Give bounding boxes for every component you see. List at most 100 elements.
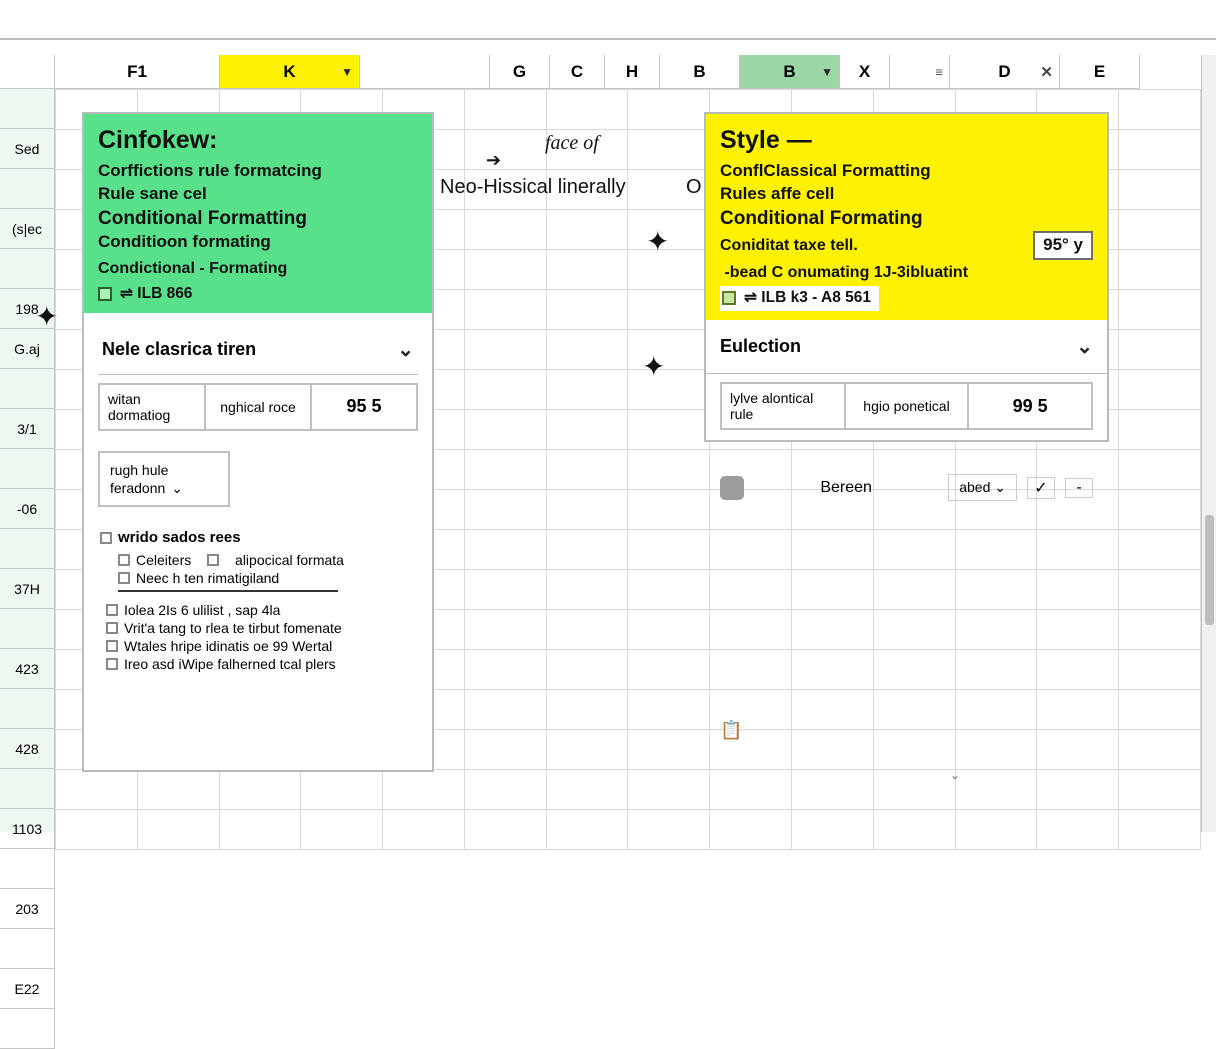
checkbox-icon[interactable] (118, 572, 130, 584)
cell[interactable] (628, 770, 710, 810)
column-header[interactable]: ≡ (890, 55, 950, 89)
column-header[interactable]: G (490, 55, 550, 89)
cell[interactable] (1037, 530, 1119, 570)
rule-option-c[interactable]: Neec h ten rimatigiland (118, 570, 416, 586)
cell[interactable] (546, 290, 628, 330)
cell[interactable] (955, 570, 1037, 610)
rule-line-1[interactable]: Iolea 2Is 6 ulilist , sap 4la (106, 602, 416, 618)
cell[interactable] (955, 610, 1037, 650)
cell[interactable] (464, 810, 546, 850)
row-header[interactable] (0, 1009, 55, 1049)
cell[interactable] (873, 770, 955, 810)
cell[interactable] (873, 570, 955, 610)
checkbox-icon[interactable] (207, 554, 219, 566)
cell[interactable] (628, 330, 710, 370)
scrollbar-thumb[interactable] (1205, 515, 1214, 625)
checkbox-icon[interactable] (106, 640, 118, 652)
row-header[interactable]: 423 (0, 649, 55, 689)
cell[interactable] (1119, 610, 1201, 650)
cell[interactable] (464, 330, 546, 370)
column-header[interactable]: D✕ (950, 55, 1060, 89)
cell[interactable] (955, 770, 1037, 810)
cell[interactable] (464, 290, 546, 330)
cell[interactable] (955, 650, 1037, 690)
row-header[interactable]: E22 (0, 969, 55, 1009)
rule-triple-value[interactable]: 99 5 (969, 382, 1093, 430)
cell[interactable] (710, 610, 792, 650)
cell[interactable] (464, 650, 546, 690)
cell[interactable] (1119, 530, 1201, 570)
cell[interactable] (1119, 170, 1201, 210)
cell[interactable] (792, 690, 874, 730)
checkbox-icon[interactable] (118, 554, 130, 566)
row-header[interactable]: 203 (0, 889, 55, 929)
row-header[interactable]: -06 (0, 489, 55, 529)
row-header[interactable] (0, 609, 55, 649)
column-header[interactable] (360, 55, 490, 89)
cell[interactable] (1037, 730, 1119, 770)
vertical-scrollbar[interactable] (1201, 55, 1216, 832)
cell[interactable] (1119, 730, 1201, 770)
column-header[interactable]: B (660, 55, 740, 89)
rule-options-title[interactable]: wrido sados rees (100, 529, 416, 546)
cell[interactable] (628, 690, 710, 730)
cell[interactable] (1119, 250, 1201, 290)
checkbox-icon[interactable] (106, 622, 118, 634)
cell[interactable] (464, 770, 546, 810)
cell[interactable] (792, 570, 874, 610)
cell[interactable] (1119, 370, 1201, 410)
drag-handle[interactable] (720, 476, 744, 500)
column-header[interactable]: K▼ (220, 55, 360, 89)
cell[interactable] (137, 770, 219, 810)
cell[interactable] (873, 610, 955, 650)
row-header[interactable] (0, 849, 55, 889)
cell[interactable] (628, 810, 710, 850)
cell[interactable] (546, 250, 628, 290)
cell[interactable] (464, 410, 546, 450)
column-header[interactable]: H (605, 55, 660, 89)
cell[interactable] (1119, 690, 1201, 730)
checkbox-icon[interactable] (106, 658, 118, 670)
cell[interactable] (1119, 330, 1201, 370)
column-header[interactable]: C (550, 55, 605, 89)
row-header[interactable]: 37H (0, 569, 55, 609)
cell[interactable] (546, 810, 628, 850)
row-header[interactable] (0, 689, 55, 729)
cell[interactable] (546, 410, 628, 450)
cell[interactable] (546, 90, 628, 130)
cell[interactable] (1037, 810, 1119, 850)
rule-line-3[interactable]: Wtales hripe idinatis oe 99 Wertal (106, 638, 416, 654)
cell[interactable] (710, 770, 792, 810)
cell[interactable] (1119, 410, 1201, 450)
row-header[interactable] (0, 369, 55, 409)
cell[interactable] (1119, 570, 1201, 610)
cell[interactable] (873, 650, 955, 690)
cell[interactable] (792, 730, 874, 770)
rule-triple-value[interactable]: 95 5 (312, 383, 418, 431)
row-header[interactable] (0, 929, 55, 969)
rule-triple-b[interactable]: hgio ponetical (846, 382, 970, 430)
row-header[interactable]: Sed (0, 129, 55, 169)
rule-type-select[interactable]: Nele clasrica tiren ⌄ (98, 323, 418, 375)
row-header[interactable]: 1103 (0, 809, 55, 849)
cell[interactable] (546, 730, 628, 770)
cell[interactable] (464, 450, 546, 490)
cell[interactable] (873, 730, 955, 770)
cell[interactable] (546, 450, 628, 490)
cell[interactable] (628, 410, 710, 450)
row-header[interactable] (0, 249, 55, 289)
cell[interactable] (464, 250, 546, 290)
cell[interactable] (546, 370, 628, 410)
cell[interactable] (628, 570, 710, 610)
cell[interactable] (464, 690, 546, 730)
cell[interactable] (383, 770, 465, 810)
cell[interactable] (1119, 130, 1201, 170)
column-header[interactable]: B▼ (740, 55, 840, 89)
cell[interactable] (628, 610, 710, 650)
cell[interactable] (546, 490, 628, 530)
cell[interactable] (464, 570, 546, 610)
cell[interactable] (628, 490, 710, 530)
cell[interactable] (56, 810, 138, 850)
cell[interactable] (792, 530, 874, 570)
cell[interactable] (710, 570, 792, 610)
